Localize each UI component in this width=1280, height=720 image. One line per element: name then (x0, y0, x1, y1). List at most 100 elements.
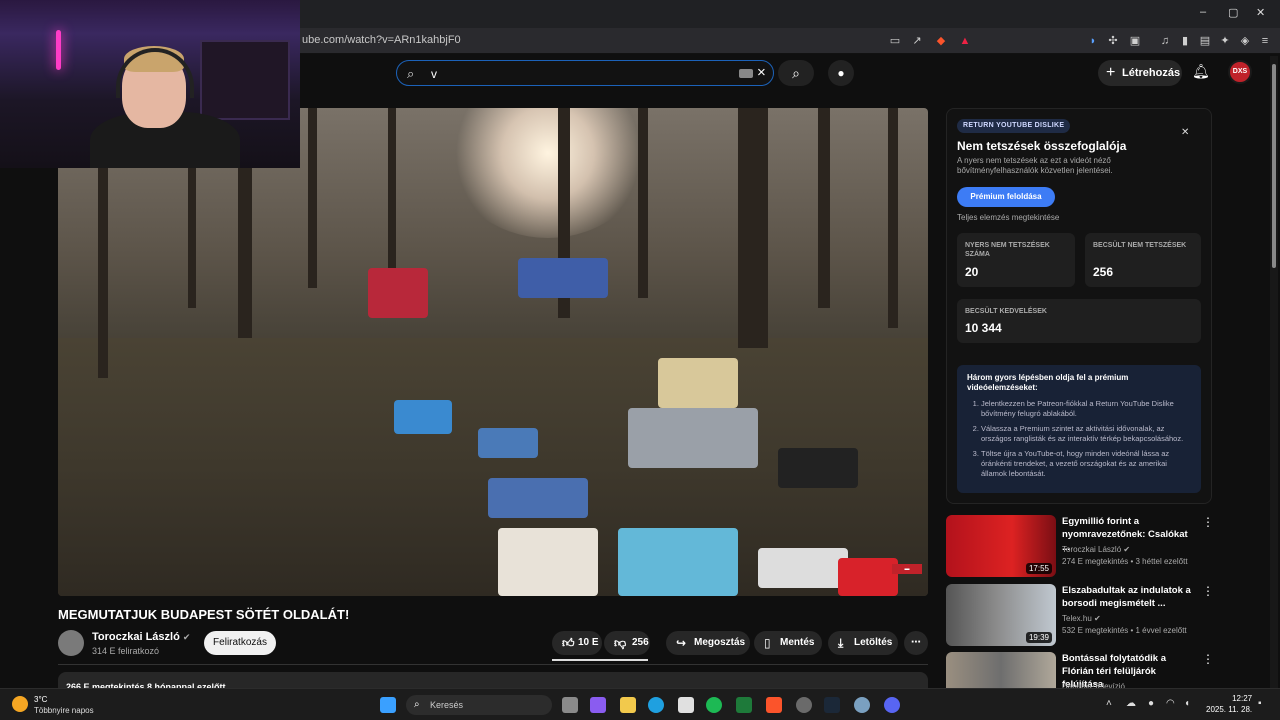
recommendation-item[interactable]: 19:39 Elszabadultak az indulatok a borso… (946, 584, 1266, 648)
chatgpt-icon[interactable] (796, 697, 812, 713)
channel-name-text[interactable]: Toroczkai László (92, 631, 180, 643)
windows-start-icon[interactable] (380, 697, 396, 713)
rec-channel-name[interactable]: Toroczkai László (1062, 545, 1121, 554)
copilot-icon[interactable] (590, 697, 606, 713)
extensions-icon[interactable]: ✣ (1106, 34, 1120, 48)
video-title: MEGMUTATJUK BUDAPEST SÖTÉT OLDALÁT! (58, 607, 350, 622)
download-label: Letöltés (854, 637, 893, 648)
webcam-overlay (0, 0, 300, 168)
promo-step: Töltse újra a YouTube-ot, hogy minden vi… (981, 449, 1191, 479)
trash-pile (778, 448, 858, 488)
url-text[interactable]: ube.com/watch?v=ARn1kahbjF0 (302, 34, 461, 46)
leo-ai-icon[interactable]: ✦ (1218, 34, 1232, 48)
taskbar-search[interactable]: ⌕ Keresés (406, 695, 552, 715)
rec-title[interactable]: Elszabadultak az indulatok a borsodi meg… (1062, 584, 1192, 610)
cast-icon[interactable]: ▭ (888, 34, 902, 48)
video-thumbnail[interactable]: 17:55 (946, 515, 1056, 577)
search-input[interactable]: v (431, 67, 437, 81)
discord-icon[interactable] (884, 697, 900, 713)
stat-label: NYERS NEM TETSZÉSEK SZÁMA (965, 242, 1050, 258)
wallet-icon[interactable]: ▤ (1198, 34, 1212, 48)
microphone-icon[interactable]: ● (828, 60, 854, 86)
rewards-icon[interactable]: ▲ (958, 34, 972, 48)
trash-pile (758, 548, 848, 588)
rec-channel-name[interactable]: Telex.hu (1062, 614, 1092, 623)
account-avatar[interactable]: DXS (1228, 60, 1252, 84)
premium-promo: Három gyors lépésben oldja fel a prémium… (957, 365, 1201, 493)
minimize-button[interactable]: – (1200, 6, 1206, 18)
excel-icon[interactable] (736, 697, 752, 713)
scrollbar[interactable] (1270, 56, 1278, 688)
share-icon[interactable]: ↗ (910, 34, 924, 48)
more-options-icon[interactable]: ⋮ (1202, 652, 1214, 666)
save-button[interactable]: ▯ Mentés (754, 631, 822, 655)
wifi-icon[interactable]: ◠ (1166, 698, 1175, 709)
settings-icon[interactable] (854, 697, 870, 713)
spotify-icon[interactable] (706, 697, 722, 713)
stat-raw-dislikes: NYERS NEM TETSZÉSEK SZÁMA 20 (957, 233, 1075, 287)
trash-pile (518, 258, 608, 298)
tree-trunk (308, 108, 317, 288)
recommendation-item[interactable]: 17:55 Egymillió forint a nyomravezetőnek… (946, 515, 1266, 579)
like-button[interactable]: 👍︎ 10 E (552, 631, 602, 655)
dislike-summary-panel: RETURN YOUTUBE DISLIKE ✕ Nem tetszések ö… (946, 108, 1212, 504)
keyboard-icon[interactable] (739, 69, 753, 78)
store-icon[interactable] (678, 697, 694, 713)
screenshot-icon[interactable]: ▣ (1128, 34, 1142, 48)
edge-icon[interactable] (648, 697, 664, 713)
subscribe-button[interactable]: Feliratkozás (204, 631, 276, 655)
rec-channel[interactable]: Telex.hu ✔ (1062, 614, 1101, 623)
more-actions-icon[interactable]: ⋯ (904, 631, 928, 655)
cloud-icon[interactable]: ☁ (1126, 698, 1136, 709)
dislike-button[interactable]: 👎︎ 256 (604, 631, 650, 655)
brave-icon[interactable] (766, 697, 782, 713)
close-panel-icon[interactable]: ✕ (1181, 127, 1189, 138)
stat-value: 10 344 (965, 321, 1002, 335)
dislike-count: 256 (632, 637, 649, 648)
tray-chevron-icon[interactable]: ˄ (1106, 698, 1112, 709)
search-box[interactable]: ⌕ v × (396, 60, 774, 86)
system-clock[interactable]: 12:27 2025. 11. 28. (1206, 693, 1252, 715)
trash-pile (488, 478, 588, 518)
full-analysis-link[interactable]: Teljes elemzés megtekintése (957, 213, 1059, 222)
notifications-bell-icon[interactable]: 🔔︎ (1192, 63, 1210, 80)
premium-unlock-button[interactable]: Prémium feloldása (957, 187, 1055, 207)
file-explorer-icon[interactable] (620, 697, 636, 713)
task-view-icon[interactable] (562, 697, 578, 713)
sunlight (448, 108, 648, 238)
verified-icon: ✔ (182, 632, 191, 642)
channel-name[interactable]: Toroczkai László ✔ (92, 631, 190, 643)
stat-estimated-likes: BECSÜLT KEDVELÉSEK 10 344 (957, 299, 1201, 343)
sidebar-icon[interactable]: ▮ (1178, 34, 1192, 48)
taskbar: 3°C Többnyire napos ⌕ Keresés ˄ ☁ ● ◠ ◖ … (0, 688, 1280, 720)
restore-button[interactable]: ▢ (1228, 6, 1238, 19)
music-icon[interactable]: ♫ (1158, 34, 1172, 48)
create-button[interactable]: + Létrehozás (1098, 60, 1182, 86)
panel-subtitle: A nyers nem tetszések az ezt a videót né… (957, 156, 1113, 175)
tree-trunk (738, 108, 768, 348)
vpn-shield-icon[interactable]: ◈ (1238, 34, 1252, 48)
close-window-button[interactable]: ✕ (1256, 6, 1265, 19)
steam-icon[interactable] (824, 697, 840, 713)
brave-shield-icon[interactable]: ◆ (934, 34, 948, 48)
menu-icon[interactable]: ≡ (1258, 34, 1272, 48)
tree-trunk (888, 108, 898, 328)
scrollbar-thumb[interactable] (1272, 64, 1276, 268)
rec-channel[interactable]: Toroczkai László ✔ (1062, 545, 1130, 554)
promo-step: Válassza a Premium szintet az aktivitási… (981, 424, 1191, 444)
notification-icon[interactable]: ▪ (1258, 698, 1262, 709)
download-button[interactable]: ⤓ Letöltés (828, 631, 898, 655)
share-button[interactable]: ↪ Megosztás (666, 631, 750, 655)
volume-icon[interactable]: ◖ (1184, 698, 1190, 709)
video-duration: 19:39 (1025, 632, 1052, 643)
channel-avatar[interactable] (58, 630, 84, 656)
microphone-tray-icon[interactable]: ● (1148, 698, 1154, 709)
video-thumbnail[interactable]: 19:39 (946, 584, 1056, 646)
more-options-icon[interactable]: ⋮ (1202, 515, 1214, 529)
stat-value: 256 (1093, 265, 1114, 279)
more-options-icon[interactable]: ⋮ (1202, 584, 1214, 598)
clear-search-icon[interactable]: × (757, 64, 766, 81)
search-button[interactable]: ⌕ (778, 60, 814, 86)
audio-icon[interactable]: ◗ (1086, 34, 1100, 48)
video-player[interactable]: ▬ (58, 108, 928, 596)
